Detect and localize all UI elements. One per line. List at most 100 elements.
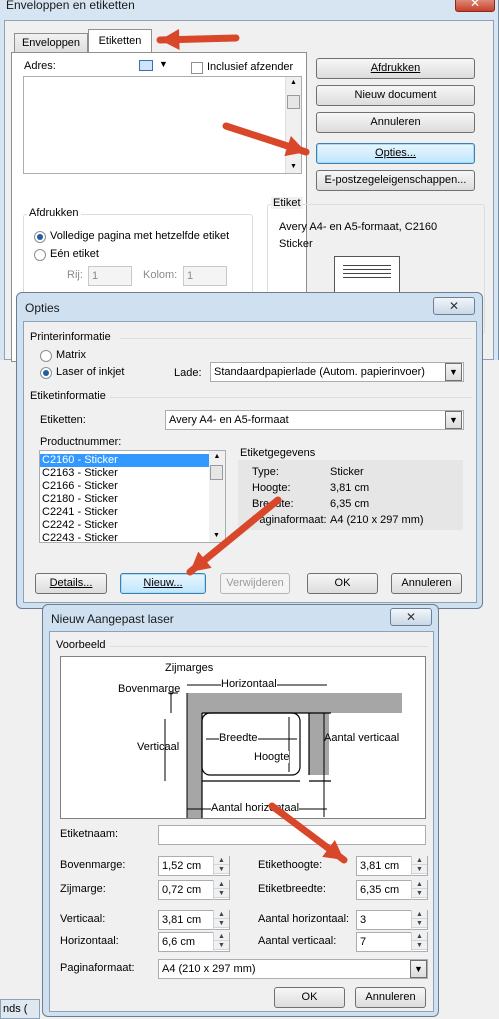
nieuw-button[interactable]: Nieuw... (120, 573, 206, 594)
radio-een-label: Eén etiket (50, 248, 99, 260)
nieuw-annuleren-button[interactable]: Annuleren (355, 987, 426, 1008)
tab-enveloppen[interactable]: Enveloppen (14, 33, 88, 52)
rij-label: Rij: (67, 269, 83, 281)
envelopes-close-button[interactable]: ✕ (455, 0, 495, 12)
diagram-breedte: Breedte (219, 732, 258, 744)
etiket-line2: Sticker (279, 238, 313, 250)
left-field-spinner[interactable]: ▲ ▼ (213, 880, 229, 900)
right-field-label: Etikethoogte: (258, 859, 323, 871)
left-field-spinner[interactable]: ▲ ▼ (213, 856, 229, 876)
annuleren-label: Annuleren (370, 116, 421, 128)
productnummer-label: Productnummer: (40, 436, 122, 448)
rij-input[interactable]: 1 (88, 266, 132, 286)
e-postzegel-label: E-postzegeleigenschappen... (324, 174, 467, 186)
address-dropdown-icon[interactable]: ▼ (159, 59, 168, 69)
nieuw-ok-label: OK (301, 991, 318, 1003)
etiketgegevens-title: Etiketgegevens (240, 447, 316, 459)
left-field-label: Bovenmarge: (60, 859, 126, 871)
etiketten-dropdown-icon[interactable]: ▼ (445, 411, 462, 429)
address-scrollbar[interactable]: ▲ ▼ (285, 77, 301, 173)
layout-diagram: Zijmarges Bovenmarge Horizontaal Vertica… (60, 656, 426, 819)
nieuw-window: Nieuw Aangepast laser ✕ Voorbeeld Zijmar… (42, 604, 439, 1017)
left-field-spinner[interactable]: ▲ ▼ (213, 910, 229, 930)
diagram-aantal-horizontaal: Aantal horizontaal (211, 802, 300, 814)
gegevens-key: Hoogte: (252, 482, 291, 494)
envelopes-title: Enveloppen en etiketten (6, 0, 135, 12)
etiketinfo-separator (110, 397, 472, 398)
diagram-horizontaal: Horizontaal (221, 678, 277, 690)
etiketten-select[interactable]: Avery A4- en A5-formaat (165, 410, 464, 430)
lade-dropdown-icon[interactable]: ▼ (445, 363, 462, 381)
verwijderen-label: Verwijderen (226, 577, 284, 589)
product-list-item[interactable]: C2242 - Sticker (40, 519, 225, 532)
inclusief-label: Inclusief afzender (207, 61, 294, 73)
opties-close-button[interactable]: ✕ (433, 297, 475, 315)
left-field-label: Verticaal: (60, 913, 106, 925)
opties-label: Opties... (375, 147, 416, 159)
right-field-spinner[interactable]: ▲ ▼ (411, 910, 427, 930)
product-list-item[interactable]: C2163 - Sticker (40, 467, 225, 480)
paginaformaat-dropdown-icon[interactable]: ▼ (410, 960, 427, 978)
product-list-item[interactable]: C2160 - Sticker (40, 454, 225, 467)
right-field-spinner[interactable]: ▲ ▼ (411, 880, 427, 900)
matrix-label: Matrix (56, 349, 86, 361)
voorbeeld-title: Voorbeeld (56, 639, 106, 651)
left-field-label: Horizontaal: (60, 935, 119, 947)
opties-window: Opties ✕ Printerinformatie Matrix Laser … (16, 292, 483, 609)
right-field-spinner[interactable]: ▲ ▼ (411, 932, 427, 952)
lade-select[interactable]: Standaardpapierlade (Autom. papierinvoer… (210, 362, 464, 382)
radio-matrix[interactable] (40, 350, 52, 362)
product-list-item[interactable]: C2180 - Sticker (40, 493, 225, 506)
laser-label: Laser of inkjet (56, 366, 125, 378)
lade-label: Lade: (174, 367, 202, 379)
paginaformaat-select[interactable]: A4 (210 x 297 mm) (158, 959, 428, 979)
opties-button[interactable]: Opties... (316, 143, 475, 164)
details-button[interactable]: Details... (35, 573, 107, 594)
annuleren-button[interactable]: Annuleren (316, 112, 475, 133)
nieuw-label: Nieuw... (143, 577, 183, 589)
opties-ok-button[interactable]: OK (307, 573, 378, 594)
diagram-zijmarges: Zijmarges (165, 662, 214, 674)
nieuw-document-button[interactable]: Nieuw document (316, 85, 475, 106)
address-textarea[interactable]: ▲ ▼ (23, 76, 302, 174)
diagram-aantal-verticaal: Aantal verticaal (324, 732, 400, 744)
gegevens-value: A4 (210 x 297 mm) (330, 514, 424, 526)
opties-annuleren-button[interactable]: Annuleren (391, 573, 462, 594)
radio-volledige-label: Volledige pagina met hetzelfde etiket (50, 230, 230, 242)
e-postzegel-button[interactable]: E-postzegeleigenschappen... (316, 170, 475, 191)
radio-laser[interactable] (40, 367, 52, 379)
paginaformaat-label: Paginaformaat: (60, 962, 135, 974)
kolom-input[interactable]: 1 (183, 266, 227, 286)
inclusief-checkbox[interactable] (191, 62, 203, 74)
afdrukken-button[interactable]: Afdrukken (316, 58, 475, 79)
verwijderen-button[interactable]: Verwijderen (220, 573, 290, 594)
opties-title: Opties (25, 301, 60, 315)
details-label: Details... (49, 577, 93, 589)
product-list-scrollbar[interactable]: ▲ ▼ (209, 451, 225, 542)
product-list-item[interactable]: C2166 - Sticker (40, 480, 225, 493)
afdrukken-label: Afdrukken (370, 62, 421, 74)
etiketnaam-input[interactable] (158, 825, 426, 845)
etiket-group-title: Etiket (271, 197, 303, 209)
radio-een-etiket[interactable] (34, 249, 46, 261)
opties-client: Printerinformatie Matrix Laser of inkjet… (23, 321, 477, 603)
tab-etiketten[interactable]: Etiketten (88, 29, 152, 53)
product-list-item[interactable]: C2241 - Sticker (40, 506, 225, 519)
afdrukken-group-title: Afdrukken (27, 207, 81, 219)
etiket-line1: Avery A4- en A5-formaat, C2160 (279, 221, 438, 233)
taskbar-fragment[interactable]: nds ( (0, 999, 40, 1019)
opties-ok-label: OK (334, 577, 351, 589)
nieuw-ok-button[interactable]: OK (274, 987, 345, 1008)
diagram-verticaal: Verticaal (137, 741, 180, 753)
printerinfo-separator (120, 338, 472, 339)
product-list[interactable]: C2160 - Sticker C2163 - Sticker C2166 - St… (39, 450, 226, 545)
gegevens-key: Breedte: (252, 498, 294, 510)
nieuw-close-button[interactable]: ✕ (390, 608, 432, 626)
product-list-item[interactable]: C2243 - Sticker (40, 532, 225, 545)
left-field-spinner[interactable]: ▲ ▼ (213, 932, 229, 952)
address-book-icon[interactable] (139, 60, 153, 71)
right-field-label: Aantal verticaal: (258, 935, 337, 947)
radio-volledige-pagina[interactable] (34, 231, 46, 243)
right-field-spinner[interactable]: ▲ ▼ (411, 856, 427, 876)
etiketnaam-label: Etiketnaam: (60, 828, 119, 840)
